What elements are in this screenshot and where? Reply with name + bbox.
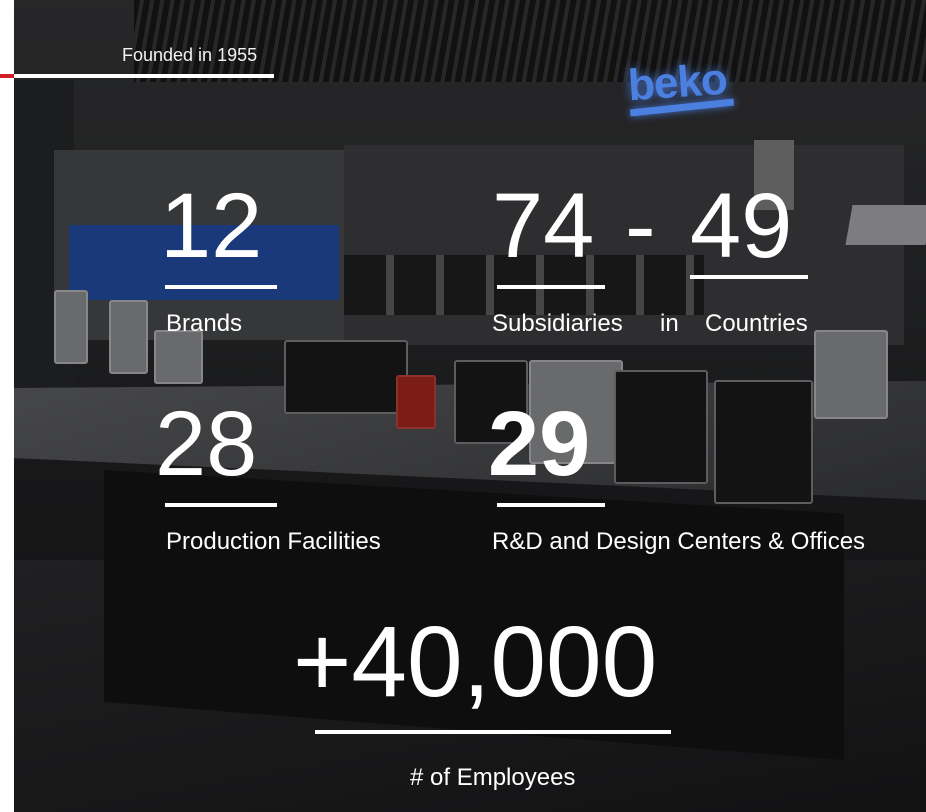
rnd-underline (497, 503, 605, 507)
brands-label: Brands (166, 310, 243, 337)
founded-underline (14, 74, 274, 78)
brands-underline (165, 285, 277, 289)
production-underline (165, 503, 277, 507)
subsidiaries-in-label: in (660, 310, 679, 337)
production-label: Production Facilities (166, 528, 381, 555)
production-value: 28 (155, 393, 258, 495)
employees-label: # of Employees (410, 764, 576, 791)
countries-underline (690, 275, 808, 279)
accent-red-line (0, 74, 14, 78)
countries-value: 49 (690, 175, 793, 277)
subsidiaries-underline (497, 285, 605, 289)
brands-value: 12 (160, 175, 263, 277)
countries-label: Countries (705, 310, 808, 337)
subsidiaries-label: Subsidiaries (492, 310, 623, 337)
employees-underline (315, 730, 671, 734)
founded-text: Founded in 1955 (122, 45, 258, 65)
subsidiaries-separator: - (625, 175, 656, 277)
employees-value: +40,000 (293, 606, 658, 718)
subsidiaries-value: 74 (492, 175, 595, 277)
rnd-value: 29 (488, 393, 591, 495)
rnd-label: R&D and Design Centers & Offices (492, 528, 866, 555)
